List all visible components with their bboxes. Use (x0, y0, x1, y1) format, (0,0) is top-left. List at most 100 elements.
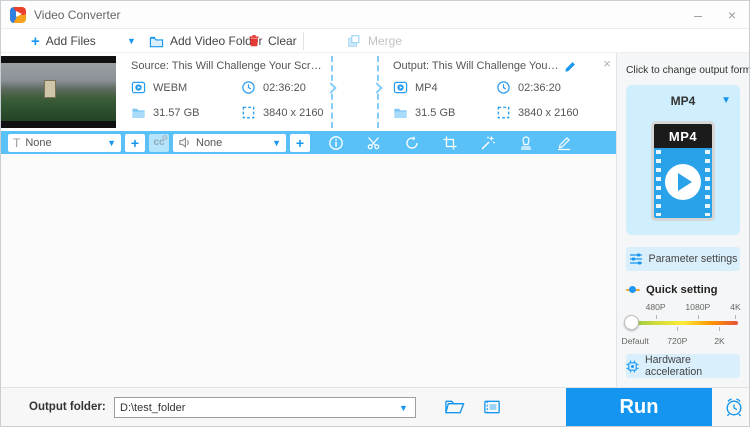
convert-arrow (371, 56, 383, 128)
source-size-value: 31.57 GB (153, 106, 200, 119)
play-icon (665, 164, 701, 200)
output-format-card[interactable]: MP4 ▼ MP4 (626, 85, 740, 235)
output-folder-input[interactable] (114, 397, 416, 418)
format-icon (393, 80, 408, 95)
video-converter-window: Video Converter – × + Add Files ▼ Add Vi… (0, 0, 750, 427)
effects-wand-icon[interactable] (480, 135, 496, 151)
output-resolution-value: 3840 x 2160 (518, 106, 579, 119)
alarm-clock-icon[interactable] (723, 396, 744, 417)
output-duration-value: 02:36:20 (518, 81, 561, 94)
slider-tick (677, 327, 679, 331)
file-size-icon (131, 105, 146, 120)
quick-setting-label: Quick setting (646, 284, 718, 296)
parameter-settings-button[interactable]: Parameter settings (626, 247, 740, 271)
sliders-icon (629, 252, 643, 266)
output-format-value: MP4 (415, 81, 438, 94)
subtitle-t-icon: T (13, 135, 21, 150)
chevron-down-icon: ▼ (127, 36, 136, 46)
slider-tick (735, 315, 737, 319)
hardware-acceleration-button[interactable]: Hardware acceleration (626, 354, 740, 378)
locate-output-file-icon[interactable] (482, 397, 503, 418)
source-format: WEBM (131, 80, 187, 95)
add-subtitle-button[interactable]: + (125, 133, 145, 152)
slider-tick (697, 315, 699, 319)
remove-file-button[interactable]: × (599, 55, 615, 71)
source-resolution-value: 3840 x 2160 (263, 106, 324, 119)
add-audio-button[interactable]: + (290, 133, 310, 152)
source-format-value: WEBM (153, 81, 188, 94)
audio-track-select[interactable]: None ▼ (173, 133, 286, 152)
toolbar-divider (303, 32, 304, 50)
file-size-icon (393, 105, 408, 120)
clock-icon (241, 80, 256, 95)
chevron-down-icon[interactable]: ▼ (721, 95, 731, 106)
cut-scissors-icon[interactable] (366, 135, 382, 151)
output-duration: 02:36:20 (496, 80, 561, 95)
info-icon[interactable] (328, 135, 344, 151)
format-icon (131, 80, 146, 95)
slider-track[interactable] (628, 321, 738, 325)
subtitle-track-value: None (25, 136, 52, 149)
quick-setting-icon (626, 286, 640, 293)
slider-tick (655, 315, 657, 319)
rotate-icon[interactable] (404, 135, 420, 151)
title-bar: Video Converter – × (1, 1, 749, 29)
convert-arrow (325, 56, 337, 128)
source-resolution: 3840 x 2160 (241, 105, 324, 120)
trash-icon (247, 34, 262, 49)
slider-label-480p: 480P (645, 302, 666, 312)
format-icon-label: MP4 (654, 124, 712, 148)
edit-pen-icon[interactable] (556, 135, 572, 151)
output-title: Output: This Will Challenge Your Screen_… (393, 60, 559, 72)
crop-icon[interactable] (442, 135, 458, 151)
parameter-settings-label: Parameter settings (648, 253, 738, 265)
clock-icon (496, 80, 511, 95)
app-title: Video Converter (34, 7, 121, 22)
minimize-button[interactable]: – (681, 1, 715, 28)
source-size: 31.57 GB (131, 105, 199, 120)
source-duration: 02:36:20 (241, 80, 306, 95)
merge-button[interactable]: Merge (347, 29, 402, 53)
close-button[interactable]: × (715, 1, 749, 28)
subtitle-settings-button[interactable]: cc ⚙ (149, 133, 169, 152)
output-folder-label: Output folder: (29, 401, 106, 413)
chevron-down-icon: ▼ (107, 137, 116, 148)
clear-button[interactable]: Clear (247, 29, 297, 53)
slider-tick (719, 327, 721, 331)
slider-label-default: Default (621, 336, 649, 346)
output-format: MP4 (393, 80, 438, 95)
chevron-right-icon (325, 82, 337, 94)
video-thumbnail (1, 56, 116, 128)
format-hint: Click to change output format: (626, 65, 750, 76)
merge-label: Merge (368, 34, 403, 48)
resolution-icon (496, 105, 511, 120)
app-logo-icon (10, 6, 26, 23)
format-name: MP4 (670, 94, 696, 108)
run-button[interactable]: Run (566, 388, 712, 426)
add-folder-icon (149, 34, 164, 49)
add-files-dropdown-button[interactable]: ▼ (127, 29, 136, 53)
output-size: 31.5 GB (393, 105, 455, 120)
audio-track-value: None (196, 136, 223, 149)
speaker-icon (178, 136, 191, 149)
bottom-bar: Output folder: ▼ Run (1, 387, 749, 426)
rename-pencil-icon[interactable] (563, 59, 578, 74)
hardware-acceleration-label: Hardware acceleration (645, 354, 703, 378)
thumbnail-image (1, 63, 116, 121)
browse-folder-icon[interactable] (444, 397, 465, 418)
main-toolbar: + Add Files ▼ Add Video Folder Clear Mer… (1, 29, 749, 53)
add-files-button[interactable]: + Add Files (31, 29, 96, 53)
file-row[interactable]: Source: This Will Challenge Your Screen_… (1, 53, 618, 131)
subtitle-track-select[interactable]: T None ▼ (8, 133, 121, 152)
slider-label-4k: 4K (730, 302, 741, 312)
slider-thumb[interactable] (624, 315, 639, 330)
plus-icon: + (31, 32, 40, 50)
add-files-label: Add Files (45, 34, 96, 48)
add-video-folder-button[interactable]: Add Video Folder (149, 29, 263, 53)
gear-icon: ⚙ (161, 134, 168, 142)
chevron-right-icon (371, 82, 383, 94)
watermark-stamp-icon[interactable] (518, 135, 534, 151)
output-size-value: 31.5 GB (415, 106, 456, 119)
slider-label-720p: 720P (667, 336, 688, 346)
clear-label: Clear (268, 34, 297, 48)
